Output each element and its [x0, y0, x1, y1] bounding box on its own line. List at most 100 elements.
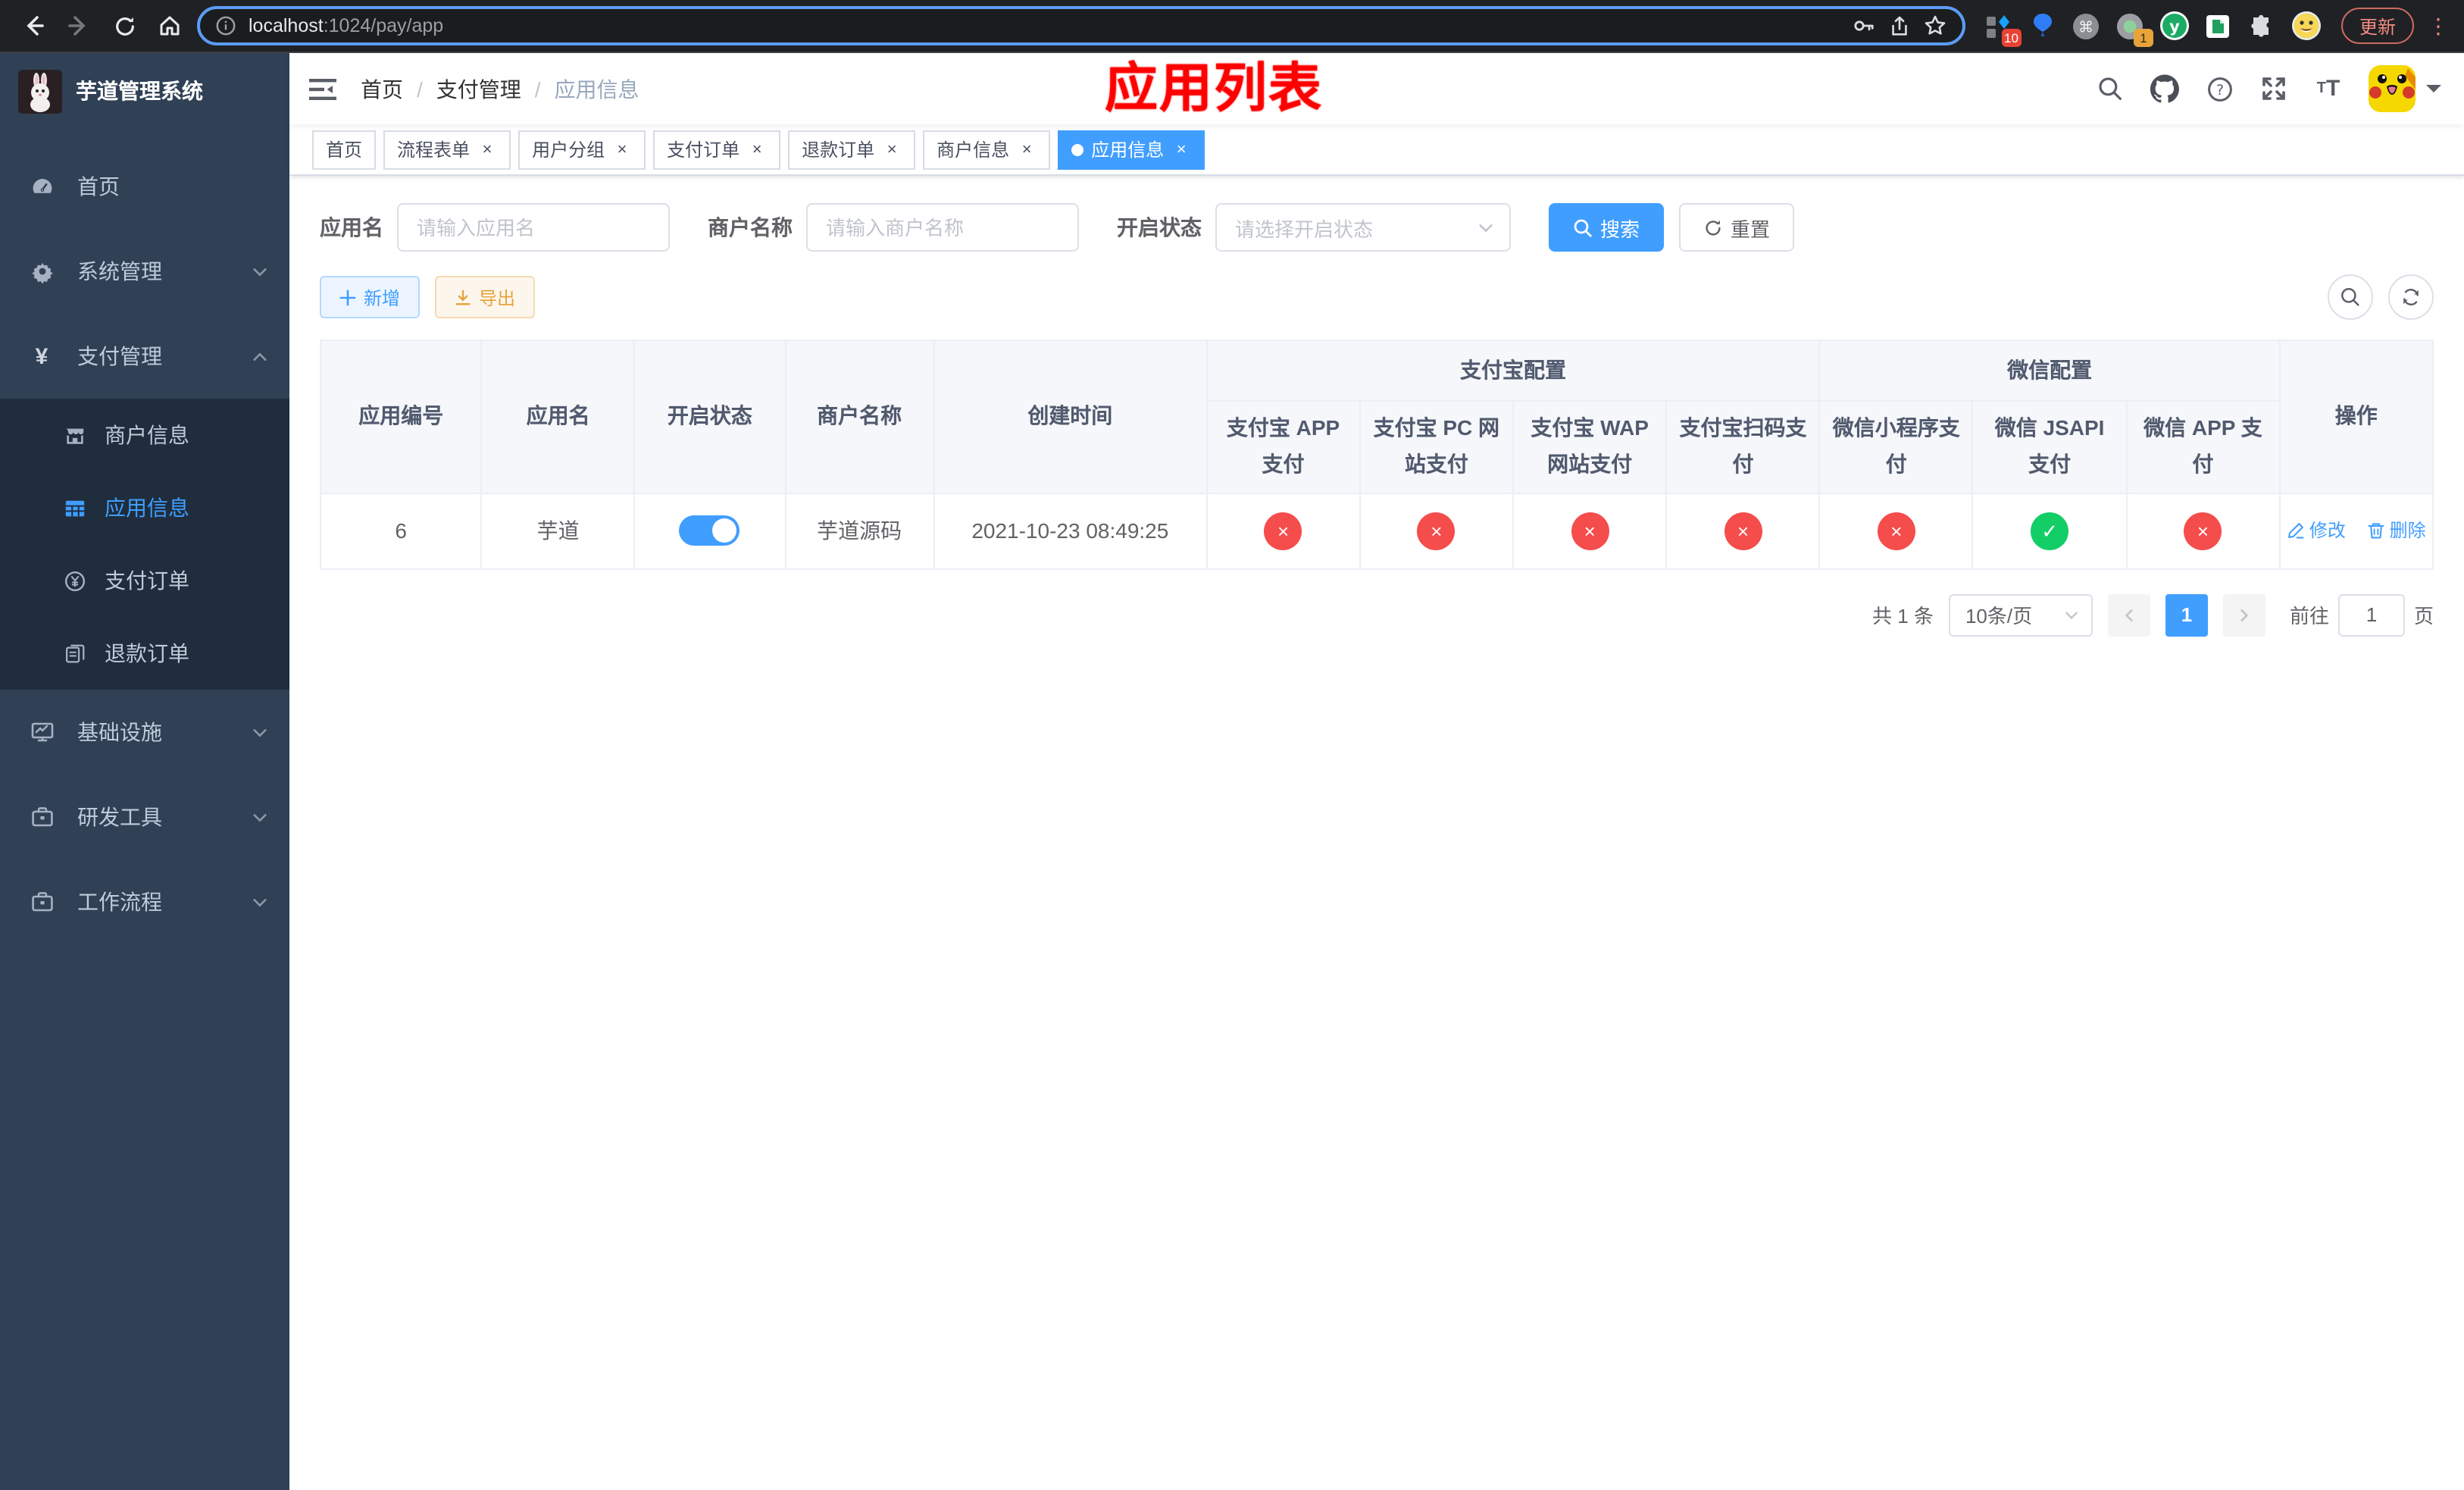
- yen-circle-icon: [62, 568, 86, 593]
- chevron-down-icon: [2065, 611, 2078, 619]
- extensions-area: 10 ⌘ 1 y 更新 ⋮: [1975, 8, 2449, 47]
- close-icon[interactable]: ×: [612, 139, 632, 159]
- status-wx-jsapi-icon: ✓: [2031, 512, 2069, 550]
- close-icon[interactable]: ×: [1171, 139, 1191, 159]
- chrome-menu-icon[interactable]: ⋮: [2428, 15, 2449, 36]
- next-page-button[interactable]: [2222, 593, 2265, 637]
- status-label: 开启状态: [1117, 215, 1202, 239]
- edit-link[interactable]: 修改: [2287, 518, 2346, 543]
- tab-merchant-info[interactable]: 商户信息 ×: [923, 130, 1051, 169]
- tab-label: 应用信息: [1091, 139, 1165, 161]
- group-header-alipay: 支付宝配置: [1205, 340, 1821, 402]
- fullscreen-icon[interactable]: [2259, 74, 2288, 103]
- cell-merchant: 芋道源码: [783, 492, 935, 570]
- cell-operations: 修改 删除: [2278, 492, 2434, 570]
- search-icon[interactable]: [2096, 74, 2125, 103]
- tab-app-info[interactable]: 应用信息 ×: [1058, 130, 1205, 169]
- filter-form: 应用名 商户名称 开启状态 请选择开启状态: [320, 203, 2434, 252]
- search-button[interactable]: 搜索: [1549, 203, 1665, 252]
- ext-y-icon[interactable]: y: [2159, 11, 2190, 41]
- sidebar-item-merchant-info[interactable]: 商户信息: [0, 399, 289, 471]
- tab-refund-order[interactable]: 退款订单 ×: [788, 130, 916, 169]
- trash-icon: [2368, 523, 2384, 539]
- sidebar-item-workflow[interactable]: 工作流程: [0, 859, 289, 944]
- url-bar[interactable]: localhost:1024/pay/app: [197, 6, 1965, 45]
- ext-doc-icon[interactable]: [2203, 11, 2234, 41]
- user-menu[interactable]: [2369, 65, 2441, 112]
- pagination: 共 1 条 10条/页 1 前往 页: [320, 593, 2434, 637]
- toggle-search-button[interactable]: [2328, 274, 2373, 320]
- ext-blocks-icon[interactable]: 10: [1984, 11, 2022, 47]
- sidebar-item-pay-order[interactable]: 支付订单: [0, 544, 289, 617]
- col-header-alipay-app: 支付宝 APP 支付: [1205, 400, 1361, 494]
- reload-icon[interactable]: [106, 8, 142, 44]
- sidebar-item-infra[interactable]: 基础设施: [0, 690, 289, 775]
- breadcrumb-pay[interactable]: 支付管理: [436, 74, 521, 104]
- sidebar-item-label: 工作流程: [77, 890, 162, 914]
- close-icon[interactable]: ×: [477, 139, 497, 159]
- share-icon[interactable]: [1888, 14, 1911, 37]
- tab-user-group[interactable]: 用户分组 ×: [518, 130, 646, 169]
- col-header-wx-jsapi: 微信 JSAPI 支付: [1972, 400, 2128, 494]
- sidebar-item-home[interactable]: 首页: [0, 144, 289, 229]
- browser-toolbar: localhost:1024/pay/app 10 ⌘ 1 y 更新 ⋮: [0, 0, 2464, 53]
- site-info-icon[interactable]: [215, 15, 236, 36]
- reset-button[interactable]: 重置: [1679, 203, 1795, 252]
- ext-recorder-icon[interactable]: 1: [2115, 11, 2153, 47]
- prev-page-button[interactable]: [2107, 593, 2150, 637]
- sidebar-item-system[interactable]: 系统管理: [0, 229, 289, 314]
- refresh-icon: [1706, 219, 1721, 235]
- tab-label: 支付订单: [667, 139, 740, 161]
- tab-pay-order[interactable]: 支付订单 ×: [653, 130, 781, 169]
- sidebar-item-label: 应用信息: [105, 496, 189, 520]
- close-icon[interactable]: ×: [747, 139, 767, 159]
- help-icon[interactable]: ?: [2205, 74, 2234, 103]
- ext-balloon-icon[interactable]: [2028, 11, 2058, 41]
- refresh-table-button[interactable]: [2388, 274, 2434, 320]
- close-icon[interactable]: ×: [882, 139, 902, 159]
- monitor-chart-icon: [29, 719, 55, 745]
- sidebar-logo[interactable]: 芋道管理系统: [0, 53, 289, 129]
- cell-id: 6: [319, 492, 483, 570]
- breadcrumb-home[interactable]: 首页: [361, 74, 403, 104]
- enabled-toggle[interactable]: [679, 515, 740, 546]
- tab-process-form[interactable]: 流程表单 ×: [383, 130, 511, 169]
- github-icon[interactable]: [2150, 74, 2179, 103]
- export-button[interactable]: 导出: [435, 276, 536, 318]
- tab-home[interactable]: 首页: [312, 130, 377, 169]
- forward-icon[interactable]: [61, 8, 97, 44]
- sidebar-collapse-icon[interactable]: [309, 74, 339, 104]
- plus-icon: [339, 289, 356, 305]
- back-icon[interactable]: [15, 8, 52, 44]
- bookmark-star-icon[interactable]: [1923, 14, 1947, 38]
- app-name-input[interactable]: [397, 203, 670, 252]
- password-key-icon[interactable]: [1852, 14, 1876, 38]
- goto-label: 前往: [2289, 605, 2329, 628]
- sidebar-item-refund-order[interactable]: 退款订单: [0, 617, 289, 690]
- ext-puzzle-icon[interactable]: [2247, 11, 2278, 41]
- close-icon[interactable]: ×: [1017, 139, 1037, 159]
- home-icon[interactable]: [152, 8, 188, 44]
- tab-label: 流程表单: [397, 139, 471, 161]
- ext-command-icon[interactable]: ⌘: [2072, 11, 2102, 41]
- page-annotation-title: 应用列表: [1105, 59, 1324, 118]
- page-size-select[interactable]: 10条/页: [1948, 593, 2093, 637]
- chevron-down-icon: [252, 894, 268, 910]
- sidebar-item-pay[interactable]: ¥ 支付管理: [0, 314, 289, 399]
- sidebar-item-devtool[interactable]: 研发工具: [0, 775, 289, 859]
- delete-link[interactable]: 删除: [2367, 518, 2426, 543]
- page-number-1[interactable]: 1: [2165, 593, 2208, 637]
- top-navbar: 首页 / 支付管理 / 应用信息 ? T T: [289, 53, 2464, 124]
- chrome-update-button[interactable]: 更新: [2340, 8, 2414, 44]
- col-header-merchant: 商户名称: [783, 340, 935, 494]
- add-button[interactable]: 新增: [320, 276, 421, 318]
- font-size-icon[interactable]: TT: [2314, 74, 2343, 103]
- caret-down-icon: [2426, 85, 2441, 100]
- merchant-name-input[interactable]: [806, 203, 1079, 252]
- status-select[interactable]: 请选择开启状态: [1215, 203, 1511, 252]
- sidebar-item-app-info[interactable]: 应用信息: [0, 471, 289, 544]
- goto-page-input[interactable]: [2337, 593, 2405, 637]
- tab-label: 退款订单: [802, 139, 875, 161]
- profile-avatar-icon[interactable]: [2291, 11, 2322, 41]
- app-title: 芋道管理系统: [76, 79, 203, 103]
